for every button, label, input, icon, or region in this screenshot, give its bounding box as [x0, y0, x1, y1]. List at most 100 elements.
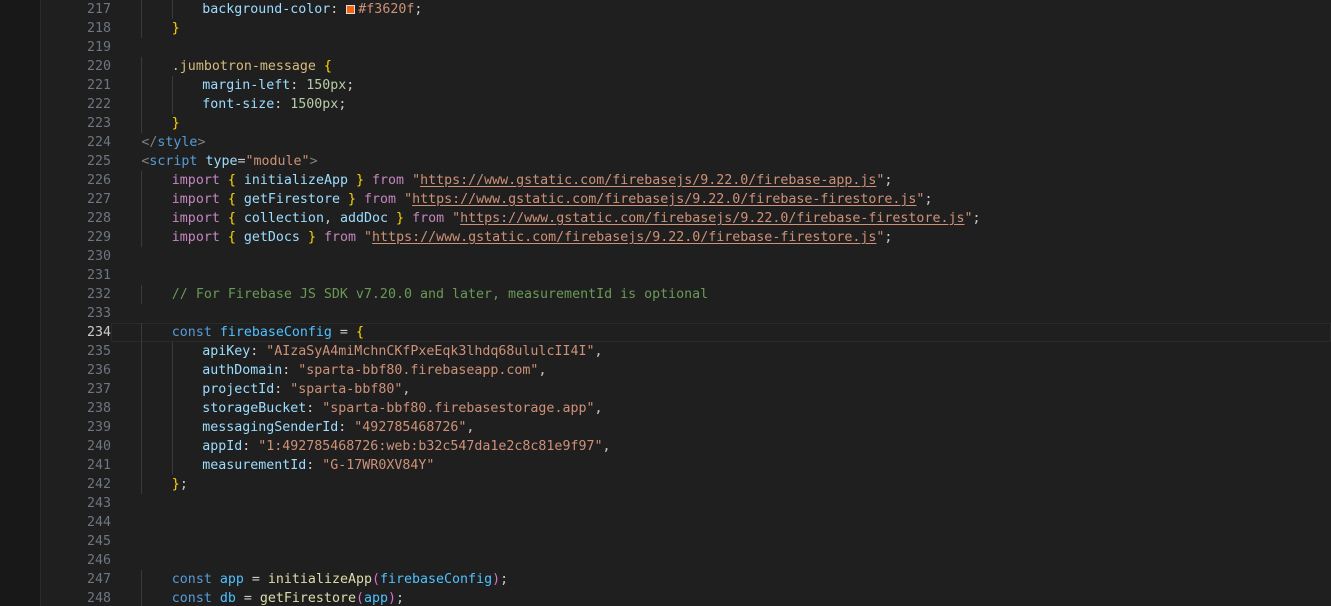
- code-token: "sparta-bbf80": [290, 382, 403, 397]
- code-token: :: [274, 97, 291, 112]
- code-token: style: [157, 135, 198, 150]
- code-area[interactable]: background-color: #f3620f;} .jumbotron-me…: [111, 0, 1331, 606]
- code-token[interactable]: https://www.gstatic.com/firebasejs/9.22.…: [412, 192, 916, 207]
- indent-guide: [141, 456, 143, 475]
- code-token: }: [396, 211, 405, 226]
- code-line[interactable]: .jumbotron-message {: [111, 57, 1331, 76]
- code-token: const: [171, 572, 212, 587]
- color-swatch-icon[interactable]: [346, 5, 356, 14]
- code-line[interactable]: <script type="module">: [111, 152, 1331, 171]
- code-line[interactable]: measurementId: "G-17WR0XV84Y": [111, 456, 1331, 475]
- line-number: 239: [86, 420, 111, 435]
- code-token: "492785468726": [354, 420, 467, 435]
- indent-guide: [171, 95, 173, 114]
- indent-guide: [141, 437, 143, 456]
- code-token: ;: [884, 173, 893, 188]
- code-token: appId: [202, 439, 243, 454]
- code-token: ,: [594, 401, 603, 416]
- code-line[interactable]: [111, 551, 1331, 570]
- code-token: ;: [396, 591, 405, 606]
- code-line[interactable]: import { initializeApp } from "https://w…: [111, 171, 1331, 190]
- indent-guide: [141, 209, 143, 228]
- code-line[interactable]: projectId: "sparta-bbf80",: [111, 380, 1331, 399]
- code-token: // For Firebase JS SDK v7.20.0 and later…: [171, 287, 709, 302]
- code-token[interactable]: https://www.gstatic.com/firebasejs/9.22.…: [420, 173, 876, 188]
- code-line[interactable]: // For Firebase JS SDK v7.20.0 and later…: [111, 285, 1331, 304]
- code-line[interactable]: appId: "1:492785468726:web:b32c547da1e2c…: [111, 437, 1331, 456]
- line-number: 238: [86, 401, 111, 416]
- code-token: =: [237, 154, 246, 169]
- indent-guide: [171, 0, 173, 19]
- indent-guide: [141, 380, 143, 399]
- indent-guide: [141, 0, 143, 19]
- code-line[interactable]: }: [111, 114, 1331, 133]
- code-token: from: [372, 173, 405, 188]
- code-line[interactable]: authDomain: "sparta-bbf80.firebaseapp.co…: [111, 361, 1331, 380]
- code-line[interactable]: [111, 494, 1331, 513]
- code-editor[interactable]: 217 218 219 220 221 222 223 224 225 226 227 228 229 2…: [0, 0, 1331, 606]
- code-token: {: [227, 192, 236, 207]
- code-token: "G-17WR0XV84Y": [322, 458, 435, 473]
- code-line[interactable]: };: [111, 475, 1331, 494]
- code-line[interactable]: const app = initializeApp(firebaseConfig…: [111, 570, 1331, 589]
- code-line[interactable]: const db = getFirestore(app);: [111, 589, 1331, 606]
- code-token: import: [171, 192, 220, 207]
- code-token: ,: [594, 344, 603, 359]
- code-token: #f3620f: [358, 2, 415, 17]
- code-token: "1:492785468726:web:b32c547da1e2c8c81e9f…: [258, 439, 603, 454]
- line-number: 232: [86, 287, 111, 302]
- code-token: }: [171, 477, 180, 492]
- code-line[interactable]: [111, 304, 1331, 323]
- code-line[interactable]: margin-left: 150px;: [111, 76, 1331, 95]
- code-token[interactable]: https://www.gstatic.com/firebasejs/9.22.…: [372, 230, 876, 245]
- code-token: from: [412, 211, 445, 226]
- line-number: 225: [86, 154, 111, 169]
- code-line[interactable]: storageBucket: "sparta-bbf80.firebasesto…: [111, 399, 1331, 418]
- code-token: "module": [245, 154, 310, 169]
- code-token: apiKey: [202, 344, 251, 359]
- code-line[interactable]: [111, 247, 1331, 266]
- code-token: :: [290, 78, 307, 93]
- code-line[interactable]: background-color: #f3620f;: [111, 0, 1331, 19]
- code-token: projectId: [202, 382, 275, 397]
- code-line[interactable]: import { getFirestore } from "https://ww…: [111, 190, 1331, 209]
- code-token: {: [227, 230, 236, 245]
- indent-guide: [141, 114, 143, 133]
- code-token[interactable]: https://www.gstatic.com/firebasejs/9.22.…: [460, 211, 964, 226]
- line-number: 223: [86, 116, 111, 131]
- code-line[interactable]: messagingSenderId: "492785468726",: [111, 418, 1331, 437]
- code-token: storageBucket: [202, 401, 307, 416]
- line-number: 242: [86, 477, 111, 492]
- line-number-gutter[interactable]: 217 218 219 220 221 222 223 224 225 226 227 228 229 2…: [41, 0, 111, 606]
- code-token: "sparta-bbf80.firebaseapp.com": [298, 363, 539, 378]
- code-line[interactable]: }: [111, 19, 1331, 38]
- code-line[interactable]: [111, 513, 1331, 532]
- code-token: ,: [538, 363, 547, 378]
- code-token: ,: [602, 439, 611, 454]
- code-line[interactable]: font-size: 1500px;: [111, 95, 1331, 114]
- code-token: import: [171, 211, 220, 226]
- code-line[interactable]: const firebaseConfig = {: [111, 323, 1331, 342]
- code-line[interactable]: </style>: [111, 133, 1331, 152]
- code-line[interactable]: import { getDocs } from "https://www.gst…: [111, 228, 1331, 247]
- indent-guide: [141, 95, 143, 114]
- code-token: </: [141, 135, 158, 150]
- line-number: 248: [86, 591, 111, 606]
- code-line[interactable]: import { collection, addDoc } from "http…: [111, 209, 1331, 228]
- line-number: 220: [86, 59, 111, 74]
- code-token: ;: [346, 78, 355, 93]
- code-line[interactable]: [111, 38, 1331, 57]
- code-line[interactable]: apiKey: "AIzaSyA4miMchnCKfPxeEqk3lhdq68u…: [111, 342, 1331, 361]
- code-token: db: [219, 591, 236, 606]
- code-line[interactable]: [111, 532, 1331, 551]
- code-line[interactable]: [111, 266, 1331, 285]
- code-token: script: [149, 154, 198, 169]
